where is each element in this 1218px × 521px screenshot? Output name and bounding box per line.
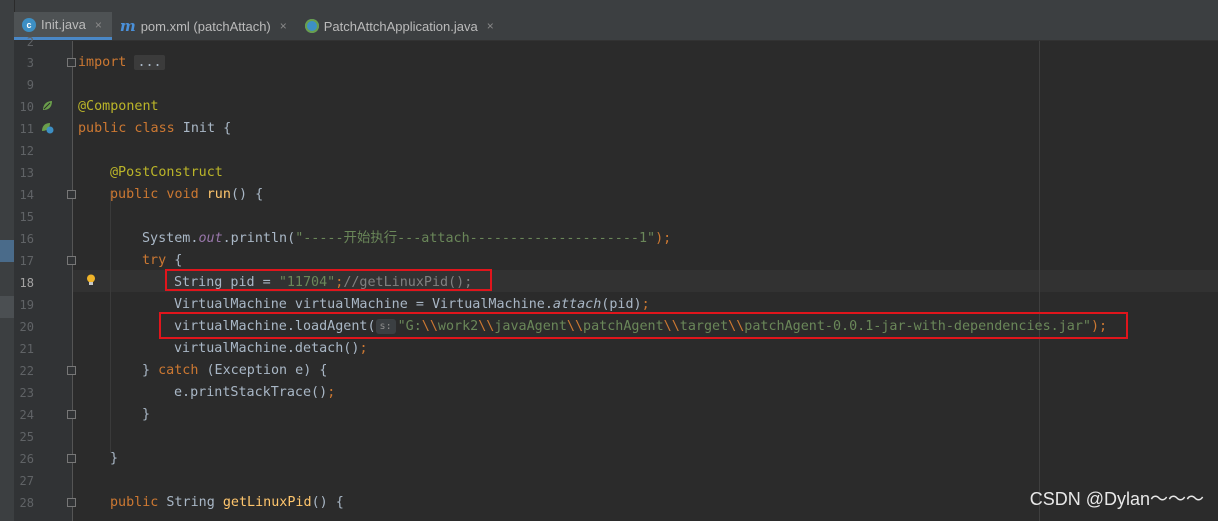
code-text: System. <box>142 231 199 246</box>
code-text: ; <box>359 341 368 356</box>
fold-marker[interactable] <box>67 410 76 419</box>
highlight-box-pid <box>165 269 492 291</box>
code-text: VirtualMachine virtualMachine = VirtualM… <box>174 297 553 312</box>
static-field: out <box>198 231 223 246</box>
keyword: try <box>142 253 167 268</box>
code-text: ; <box>327 385 336 400</box>
annotation: @Component <box>78 99 159 114</box>
highlight-box-load-agent <box>159 312 1128 339</box>
code-editor[interactable]: 2 3 9 10 11 12 13 14 15 16 17 18 19 20 2… <box>14 35 1218 521</box>
fold-marker[interactable] <box>67 454 76 463</box>
code-line-23[interactable]: e.printStackTrace(); <box>174 382 335 404</box>
code-line-22[interactable]: } catch (Exception e) { <box>142 360 327 382</box>
tool-strip-marker[interactable] <box>0 296 14 318</box>
code-text: e.printStackTrace() <box>174 385 328 400</box>
line-number: 3 <box>26 56 34 70</box>
code-line-28[interactable]: public String getLinuxPid() { <box>110 492 344 514</box>
fold-marker[interactable] <box>67 190 76 199</box>
line-number: 16 <box>19 232 34 246</box>
close-icon[interactable]: × <box>95 18 102 32</box>
line-number: 26 <box>19 452 34 466</box>
line-number: 10 <box>19 100 34 114</box>
fold-marker[interactable] <box>67 256 76 265</box>
keyword: public <box>110 495 159 510</box>
tab-label: Init.java <box>41 17 86 32</box>
code-text: (pid) <box>601 297 642 312</box>
keyword: import <box>78 55 127 70</box>
line-number: 28 <box>19 496 34 510</box>
method-name: run <box>206 187 231 202</box>
spring-bean-navigate-icon[interactable] <box>41 121 54 134</box>
tab-pom-xml[interactable]: m pom.xml (patchAttach) × <box>112 12 297 40</box>
code-line-14[interactable]: public void run() { <box>110 184 263 206</box>
code-text: () { <box>311 495 344 510</box>
line-number: 13 <box>19 166 34 180</box>
java-class-icon: c <box>22 17 36 32</box>
keyword: catch <box>158 363 199 378</box>
line-number: 24 <box>19 408 34 422</box>
keyword: public class <box>78 121 175 136</box>
line-number: 14 <box>19 188 34 202</box>
code-line-24[interactable]: } <box>142 404 150 426</box>
left-tool-strip <box>0 0 15 521</box>
line-number: 27 <box>19 474 34 488</box>
code-text: virtualMachine.detach() <box>174 341 360 356</box>
code-line-11[interactable]: public class Init { <box>78 118 231 140</box>
watermark: CSDN @Dylan～～～ <box>1029 489 1204 509</box>
keyword: public void <box>110 187 199 202</box>
line-number: 19 <box>19 298 34 312</box>
annotation: @PostConstruct <box>110 165 223 180</box>
code-text: (Exception e) { <box>198 363 328 378</box>
spring-boot-class-icon <box>304 19 319 33</box>
tab-label: pom.xml (patchAttach) <box>140 18 271 34</box>
line-number: 22 <box>19 364 34 378</box>
code-text: { <box>166 253 183 268</box>
fold-marker[interactable] <box>67 58 76 67</box>
code-text: .println( <box>222 231 296 246</box>
string-literal: "-----开始执行---attach---------------------… <box>295 231 656 246</box>
code-text: ); <box>655 231 672 246</box>
code-text: () { <box>230 187 264 202</box>
line-number: 20 <box>19 320 34 334</box>
fold-marker[interactable] <box>67 498 76 507</box>
line-number: 12 <box>19 144 34 158</box>
tab-label: PatchAttchApplication.java <box>323 18 478 34</box>
close-icon[interactable]: × <box>280 19 287 33</box>
code-line-16[interactable]: System.out.println("-----开始执行---attach--… <box>142 228 671 250</box>
tab-patch-attch-application[interactable]: PatchAttchApplication.java × <box>297 12 504 40</box>
line-number: 21 <box>19 342 34 356</box>
code-line-26[interactable]: } <box>110 448 118 470</box>
code-line-3[interactable]: import ... <box>78 52 165 74</box>
line-number: 18 <box>19 276 34 290</box>
folded-imports[interactable]: ... <box>134 55 165 70</box>
close-icon[interactable]: × <box>487 19 494 33</box>
tool-strip-marker[interactable] <box>0 240 14 262</box>
right-margin-guide <box>1039 41 1040 521</box>
line-number: 2 <box>26 35 34 49</box>
line-number: 9 <box>26 78 34 92</box>
line-number: 23 <box>19 386 34 400</box>
editor-tab-bar: c Init.java × m pom.xml (patchAttach) × … <box>14 12 1218 41</box>
fold-marker[interactable] <box>67 366 76 375</box>
line-number: 17 <box>19 254 34 268</box>
code-text: } <box>110 451 119 466</box>
code-text: } <box>142 407 151 422</box>
indent-guide <box>110 191 111 453</box>
class-name: Init { <box>174 121 232 136</box>
line-number: 15 <box>19 210 34 224</box>
method-name: getLinuxPid <box>222 495 312 510</box>
static-method: attach <box>552 297 602 312</box>
maven-icon: m <box>119 17 136 35</box>
line-number: 25 <box>19 430 34 444</box>
spring-bean-icon[interactable] <box>41 99 54 112</box>
lightbulb-icon[interactable] <box>86 274 96 286</box>
code-line-13[interactable]: @PostConstruct <box>110 162 223 184</box>
code-text: String <box>158 495 223 510</box>
code-text: } <box>142 363 159 378</box>
code-text: ; <box>641 297 650 312</box>
code-line-10[interactable]: @Component <box>78 96 159 118</box>
line-number: 11 <box>19 122 34 136</box>
code-line-21[interactable]: virtualMachine.detach(); <box>174 338 368 360</box>
